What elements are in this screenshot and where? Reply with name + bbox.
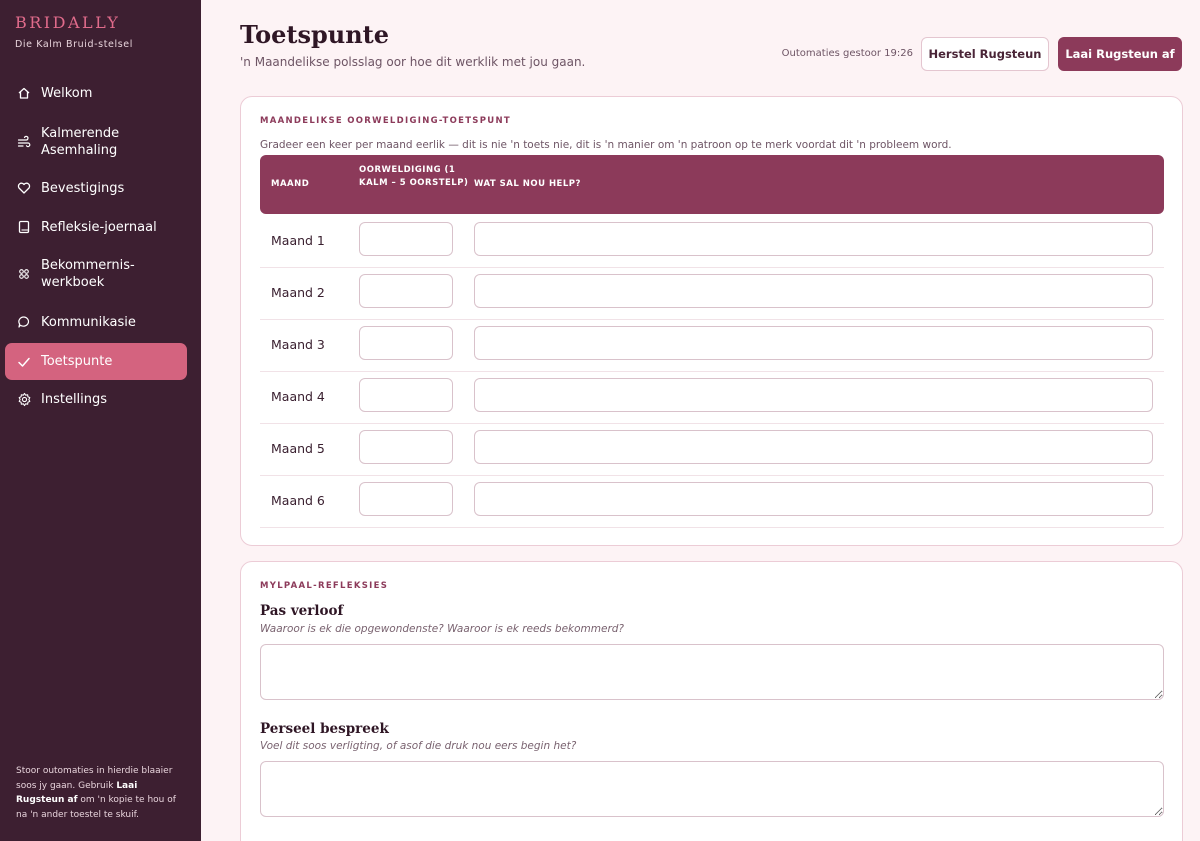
month-label: Maand 6 <box>271 493 325 508</box>
puzzle-icon <box>15 265 33 283</box>
help-input[interactable] <box>474 378 1153 412</box>
wind-icon <box>15 133 33 151</box>
overwhelm-score-input[interactable] <box>359 430 453 464</box>
table-row: Maand 3 <box>260 320 1164 372</box>
table-row: Maand 2 <box>260 268 1164 320</box>
month-label: Maand 1 <box>271 233 325 248</box>
column-header-month: MAAND <box>271 179 310 189</box>
restore-backup-button[interactable]: Herstel Rugsteun <box>921 37 1049 71</box>
sidebar-item-refleksie-joernaal[interactable]: Refleksie-joernaal <box>5 216 187 238</box>
sidebar: BRIDALLY Die Kalm Bruid-stelsel Welkom K… <box>0 0 201 841</box>
section-label: MYLPAAL-REFLEKSIES <box>260 581 389 591</box>
overwhelm-score-input[interactable] <box>359 326 453 360</box>
sidebar-item-label: Instellings <box>41 391 108 407</box>
table-row: Maand 1 <box>260 216 1164 268</box>
overwhelm-score-input[interactable] <box>359 274 453 308</box>
column-header-help: WAT SAL NOU HELP? <box>474 179 581 189</box>
section-label: MAANDELIKSE OORWELDIGING-TOETSPUNT <box>260 116 511 126</box>
month-label: Maand 2 <box>271 285 325 300</box>
book-icon <box>15 218 33 236</box>
overwhelm-score-input[interactable] <box>359 378 453 412</box>
autosave-status: Outomaties gestoor 19:26 <box>781 48 913 59</box>
sidebar-item-label: Toetspunte <box>41 354 113 369</box>
overwhelm-score-input[interactable] <box>359 482 453 516</box>
milestone-title: Pas verloof <box>260 603 344 619</box>
sidebar-item-label: Bevestigings <box>41 180 125 196</box>
table-row: Maand 6 <box>260 476 1164 528</box>
sidebar-item-label: Refleksie-joernaal <box>41 219 157 235</box>
milestone-title: Perseel bespreek <box>260 721 389 737</box>
sidebar-item-bevestigings[interactable]: Bevestigings <box>5 177 187 199</box>
sidebar-item-welkom[interactable]: Welkom <box>5 82 187 104</box>
autosave-note: Stoor outomaties in hierdie blaaier soos… <box>16 766 176 820</box>
table-header: MAAND OORWELDIGING (1 KALM – 5 OORSTELP)… <box>260 155 1164 214</box>
sidebar-item-kommunikasie[interactable]: Kommunikasie <box>5 311 187 333</box>
sidebar-item-label: Kommunikasie <box>41 314 136 330</box>
chat-icon <box>15 313 33 331</box>
help-input[interactable] <box>474 222 1153 256</box>
sidebar-item-label: Kalmerende Asemhaling <box>41 126 120 158</box>
heart-icon <box>15 179 33 197</box>
check-icon <box>15 353 33 371</box>
help-input[interactable] <box>474 326 1153 360</box>
milestone-prompt: Voel dit soos verligting, of asof die dr… <box>260 740 577 752</box>
milestone-prompt: Waaroor is ek die opgewondenste? Waaroor… <box>260 623 625 635</box>
column-header-overwhelm: OORWELDIGING (1 KALM – 5 OORSTELP) <box>359 165 469 188</box>
help-input[interactable] <box>474 482 1153 516</box>
section-description: Gradeer een keer per maand eerlik — dit … <box>260 139 952 151</box>
overwhelm-checkpoint-card: MAANDELIKSE OORWELDIGING-TOETSPUNT Grade… <box>240 96 1183 546</box>
download-backup-button[interactable]: Laai Rugsteun af <box>1058 37 1182 71</box>
sidebar-item-kalmerende-asemhaling[interactable]: Kalmerende Asemhaling <box>5 122 187 162</box>
month-label: Maand 4 <box>271 389 325 404</box>
sidebar-item-instellings[interactable]: Instellings <box>5 388 187 410</box>
sidebar-item-label: Welkom <box>41 85 93 101</box>
month-label: Maand 5 <box>271 441 325 456</box>
table-row: Maand 4 <box>260 372 1164 424</box>
brand-tagline: Die Kalm Bruid-stelsel <box>15 39 133 50</box>
milestone-reflections-card: MYLPAAL-REFLEKSIES Pas verloof Waaroor i… <box>240 561 1183 841</box>
milestone-reflection-textarea[interactable] <box>260 761 1164 817</box>
help-input[interactable] <box>474 274 1153 308</box>
brand-logo: BRIDALLY <box>15 13 121 32</box>
page-subtitle: 'n Maandelikse polsslag oor hoe dit werk… <box>240 55 586 69</box>
month-label: Maand 3 <box>271 337 325 352</box>
milestone-reflection-textarea[interactable] <box>260 644 1164 700</box>
page-title: Toetspunte <box>240 20 390 49</box>
sidebar-item-bekommernis-werkboek[interactable]: Bekommernis-werkboek <box>5 255 187 293</box>
help-input[interactable] <box>474 430 1153 464</box>
home-icon <box>15 84 33 102</box>
sidebar-item-label: Bekommernis-werkboek <box>41 258 135 290</box>
table-row: Maand 5 <box>260 424 1164 476</box>
overwhelm-score-input[interactable] <box>359 222 453 256</box>
sidebar-item-toetspunte[interactable]: Toetspunte <box>5 343 187 380</box>
gear-icon <box>15 390 33 408</box>
